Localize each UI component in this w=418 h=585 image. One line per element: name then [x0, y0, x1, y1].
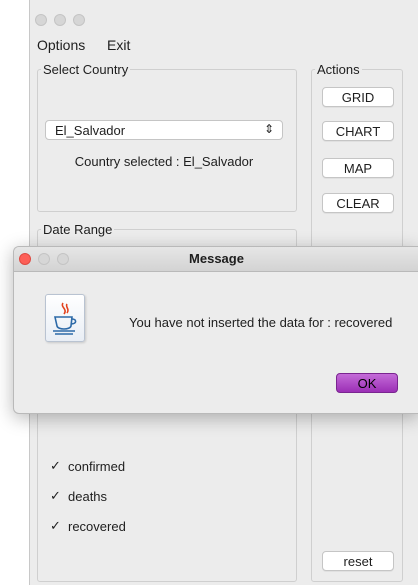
country-selected-label: Country selected : El_Salvador	[74, 154, 254, 169]
map-button[interactable]: MAP	[322, 158, 394, 178]
clear-button[interactable]: CLEAR	[322, 193, 394, 213]
check-confirmed[interactable]: ✓ confirmed	[50, 458, 125, 474]
checkmark-icon: ✓	[50, 458, 61, 473]
dialog-title: Message	[189, 251, 244, 266]
check-label: confirmed	[68, 458, 126, 474]
reset-button[interactable]: reset	[322, 551, 394, 571]
chevron-up-down-icon: ⇕	[263, 122, 274, 136]
date-range-legend: Date Range	[43, 222, 113, 237]
check-label: deaths	[68, 488, 108, 504]
dialog-message: You have not inserted the data for : rec…	[129, 315, 393, 330]
message-dialog: Message You have not inserted the data f…	[13, 246, 418, 414]
window-titlebar	[30, 0, 418, 34]
menu-bar: Options Exit	[30, 34, 418, 56]
country-combo[interactable]: El_Salvador ⇕	[45, 120, 283, 140]
checkmark-icon: ✓	[50, 488, 61, 503]
zoom-light-icon[interactable]	[73, 14, 85, 26]
grid-button[interactable]: GRID	[322, 87, 394, 107]
select-country-legend: Select Country	[43, 62, 129, 77]
check-label: recovered	[68, 518, 126, 534]
java-coffee-cup-icon	[45, 294, 85, 342]
checkmark-icon: ✓	[50, 518, 61, 533]
actions-legend: Actions	[317, 62, 360, 77]
menu-options[interactable]: Options	[37, 37, 85, 53]
dialog-titlebar: Message	[14, 247, 418, 272]
country-combo-value: El_Salvador	[55, 123, 126, 138]
check-deaths[interactable]: ✓ deaths	[50, 488, 107, 504]
close-light-icon[interactable]	[35, 14, 47, 26]
minimize-light-icon[interactable]	[54, 14, 66, 26]
menu-exit[interactable]: Exit	[107, 37, 130, 53]
ok-button[interactable]: OK	[336, 373, 398, 393]
chart-button[interactable]: CHART	[322, 121, 394, 141]
check-recovered[interactable]: ✓ recovered	[50, 518, 126, 534]
